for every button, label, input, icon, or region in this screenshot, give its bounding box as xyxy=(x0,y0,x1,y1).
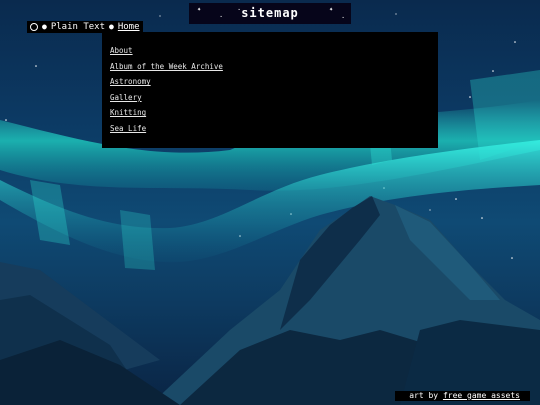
sitemap-link-about[interactable]: About xyxy=(110,46,133,55)
site-title-banner: ✦ · · ✦ · sitemap xyxy=(189,3,351,24)
circle-icon[interactable] xyxy=(30,23,38,31)
list-item: Album of the Week Archive xyxy=(110,62,438,78)
sitemap-link-album-archive[interactable]: Album of the Week Archive xyxy=(110,62,223,71)
list-item: Gallery xyxy=(110,93,438,109)
sitemap-link-knitting[interactable]: Knitting xyxy=(110,108,146,117)
list-item: Knitting xyxy=(110,108,438,124)
page-title: sitemap xyxy=(241,6,299,20)
sitemap-link-astronomy[interactable]: Astronomy xyxy=(110,77,151,86)
list-item: Sea Life xyxy=(110,124,438,140)
list-item: About xyxy=(110,46,438,62)
credit-prefix: art by xyxy=(409,391,443,400)
free-game-assets-link[interactable]: free game assets xyxy=(443,391,520,400)
sitemap-link-gallery[interactable]: Gallery xyxy=(110,93,142,102)
list-item: Astronomy xyxy=(110,77,438,93)
art-credit: art by free game assets xyxy=(395,391,530,401)
plain-text-link[interactable]: Plain Text xyxy=(51,21,105,33)
sitemap-panel: About Album of the Week Archive Astronom… xyxy=(102,32,438,148)
sitemap-list: About Album of the Week Archive Astronom… xyxy=(102,32,438,140)
bullet-icon: ● xyxy=(42,22,47,31)
sitemap-link-sea-life[interactable]: Sea Life xyxy=(110,124,146,133)
